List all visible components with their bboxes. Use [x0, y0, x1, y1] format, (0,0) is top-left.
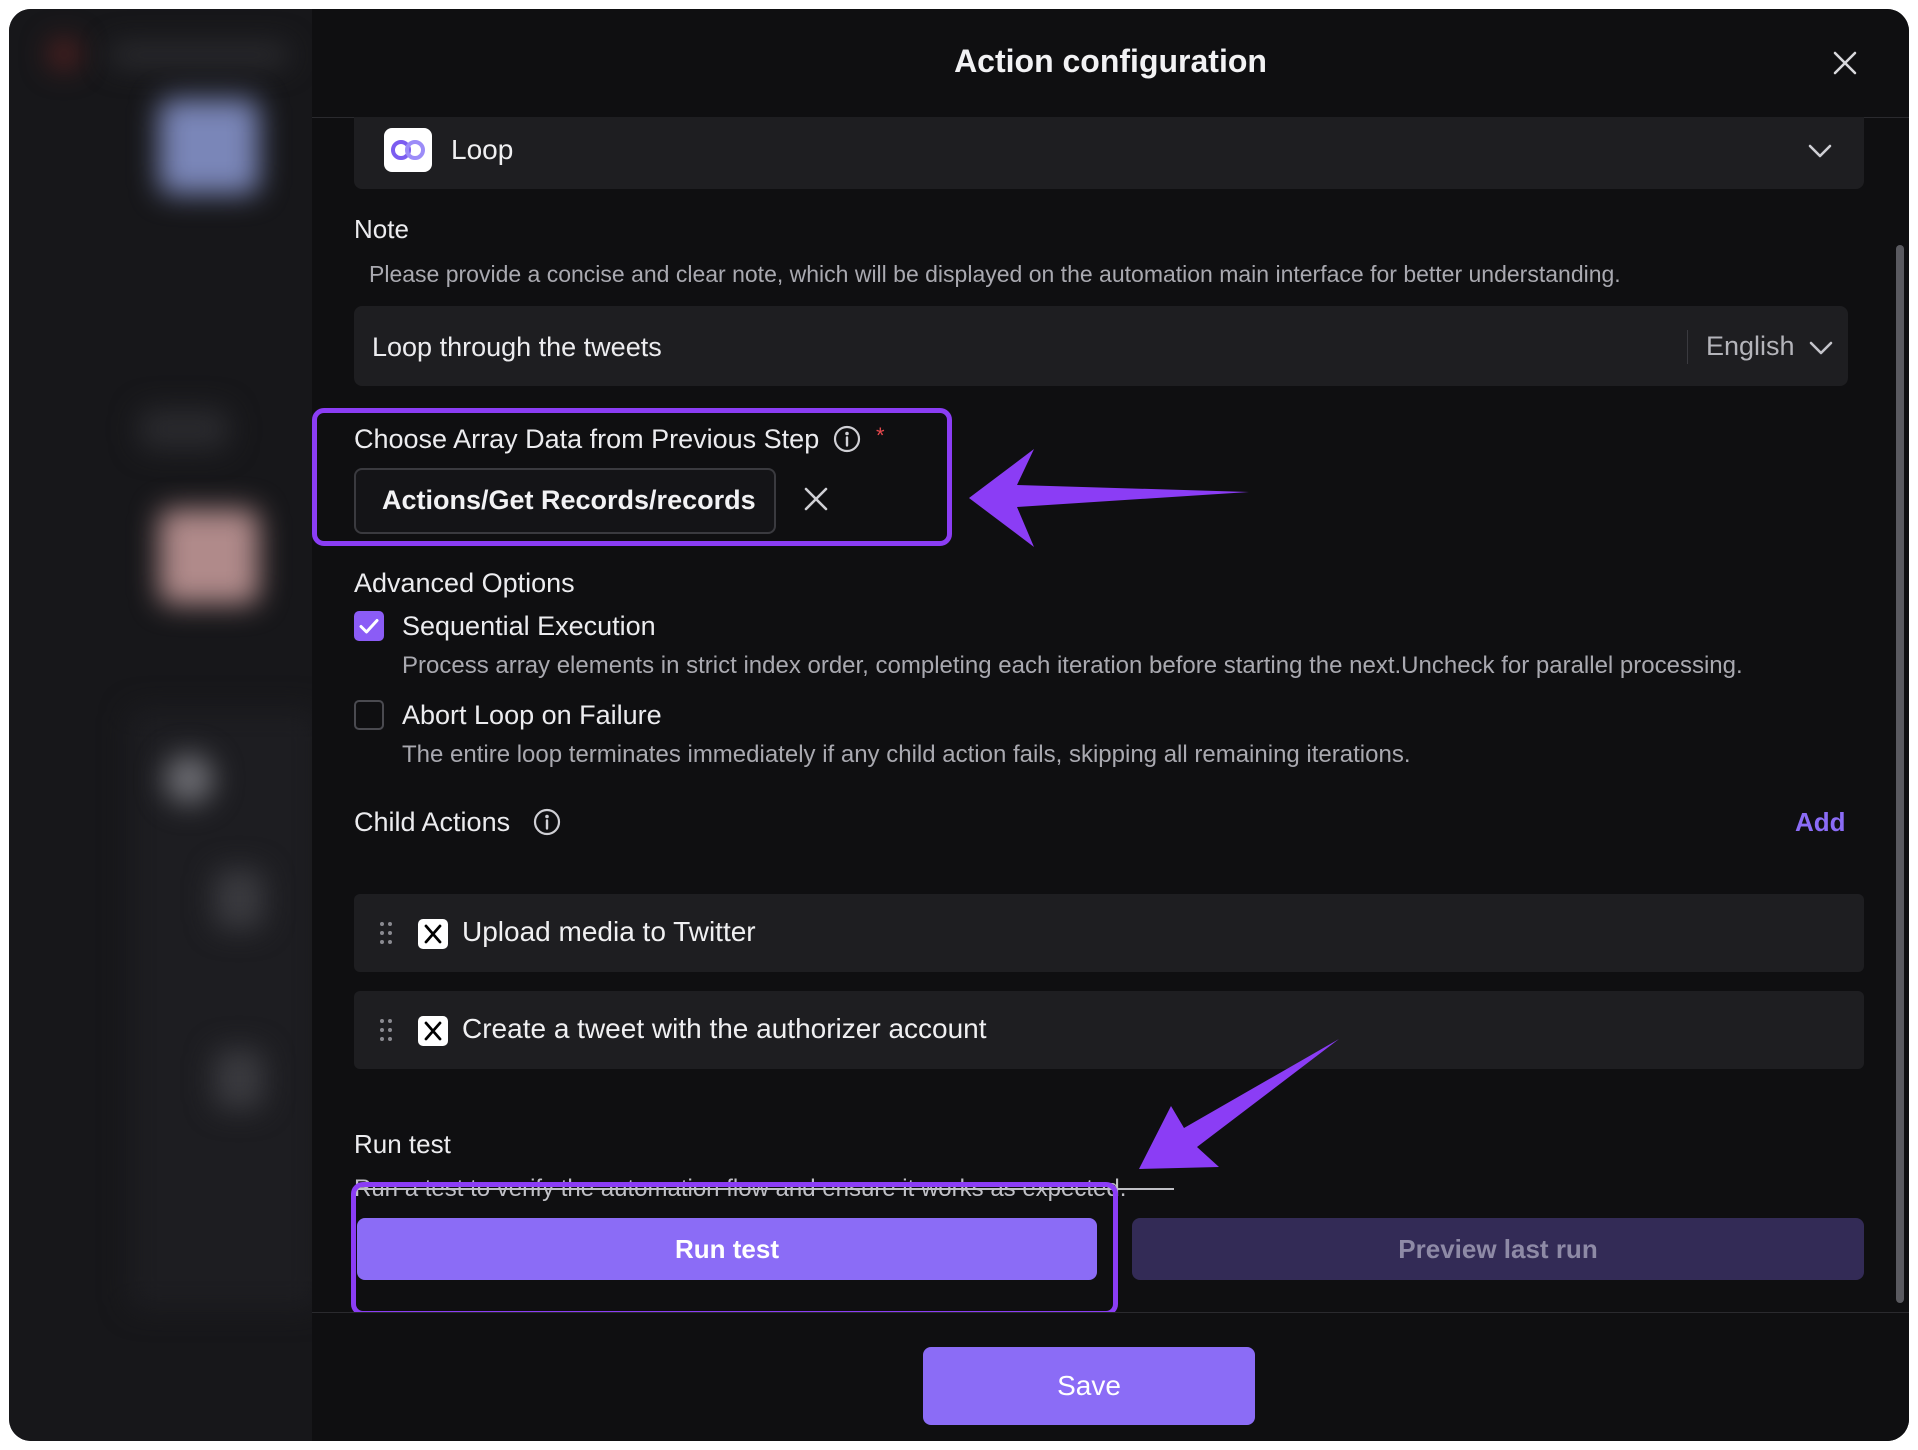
- note-help-text: Please provide a concise and clear note,…: [369, 261, 1621, 287]
- save-button[interactable]: Save: [923, 1347, 1255, 1425]
- scrollbar[interactable]: [1896, 245, 1904, 1303]
- chevron-down-icon: [1804, 135, 1836, 172]
- annotation-highlight-run-test: [351, 1182, 1118, 1316]
- sequential-execution-checkbox[interactable]: [354, 611, 384, 641]
- advanced-options-label: Advanced Options: [354, 568, 575, 598]
- sequential-execution-label[interactable]: Sequential Execution: [402, 611, 656, 642]
- panel-header: Action configuration: [312, 9, 1909, 118]
- panel-content: Loop Note Please provide a concise and c…: [312, 117, 1864, 1316]
- abort-on-failure-description: The entire loop terminates immediately i…: [402, 741, 1411, 768]
- close-icon[interactable]: [1827, 45, 1863, 81]
- note-field[interactable]: Loop through the tweets English: [354, 306, 1848, 386]
- drag-handle-icon[interactable]: [378, 1017, 394, 1048]
- child-action-item[interactable]: Create a tweet with the authorizer accou…: [354, 991, 1864, 1069]
- loop-icon: [384, 128, 432, 172]
- chevron-down-icon[interactable]: [1807, 336, 1835, 365]
- info-icon[interactable]: [532, 807, 562, 837]
- info-icon[interactable]: [832, 424, 862, 454]
- array-data-label: Choose Array Data from Previous Step: [354, 424, 820, 454]
- child-action-label: Create a tweet with the authorizer accou…: [462, 1013, 987, 1044]
- panel-footer: Save: [312, 1312, 1909, 1441]
- language-select[interactable]: English: [1706, 331, 1795, 362]
- array-data-chip[interactable]: Actions/Get Records/records: [354, 468, 776, 534]
- note-field-divider: [1687, 330, 1688, 364]
- preview-last-run-button[interactable]: Preview last run: [1132, 1218, 1864, 1280]
- drag-handle-icon[interactable]: [378, 920, 394, 951]
- abort-on-failure-checkbox[interactable]: [354, 700, 384, 730]
- action-type-select[interactable]: Loop: [354, 117, 1864, 189]
- sequential-execution-description: Process array elements in strict index o…: [402, 652, 1743, 679]
- x-logo-icon: [418, 919, 448, 949]
- action-type-label: Loop: [451, 134, 514, 165]
- abort-on-failure-label[interactable]: Abort Loop on Failure: [402, 700, 662, 731]
- child-action-label: Upload media to Twitter: [462, 916, 756, 947]
- x-logo-icon: [418, 1016, 448, 1046]
- add-child-action-link[interactable]: Add: [1795, 807, 1846, 838]
- background-app: [9, 9, 314, 1441]
- note-value: Loop through the tweets: [372, 332, 662, 362]
- required-mark: *: [876, 423, 885, 448]
- action-configuration-panel: Action configuration Loop Note Please pr…: [312, 9, 1909, 1441]
- clear-icon[interactable]: [801, 484, 831, 514]
- run-test-label: Run test: [354, 1129, 451, 1159]
- array-data-value: Actions/Get Records/records: [382, 485, 756, 515]
- child-action-item[interactable]: Upload media to Twitter: [354, 894, 1864, 972]
- panel-title: Action configuration: [954, 43, 1267, 79]
- child-actions-label: Child Actions: [354, 807, 511, 837]
- note-label: Note: [354, 214, 409, 244]
- app-window: Action configuration Loop Note Please pr…: [9, 9, 1909, 1441]
